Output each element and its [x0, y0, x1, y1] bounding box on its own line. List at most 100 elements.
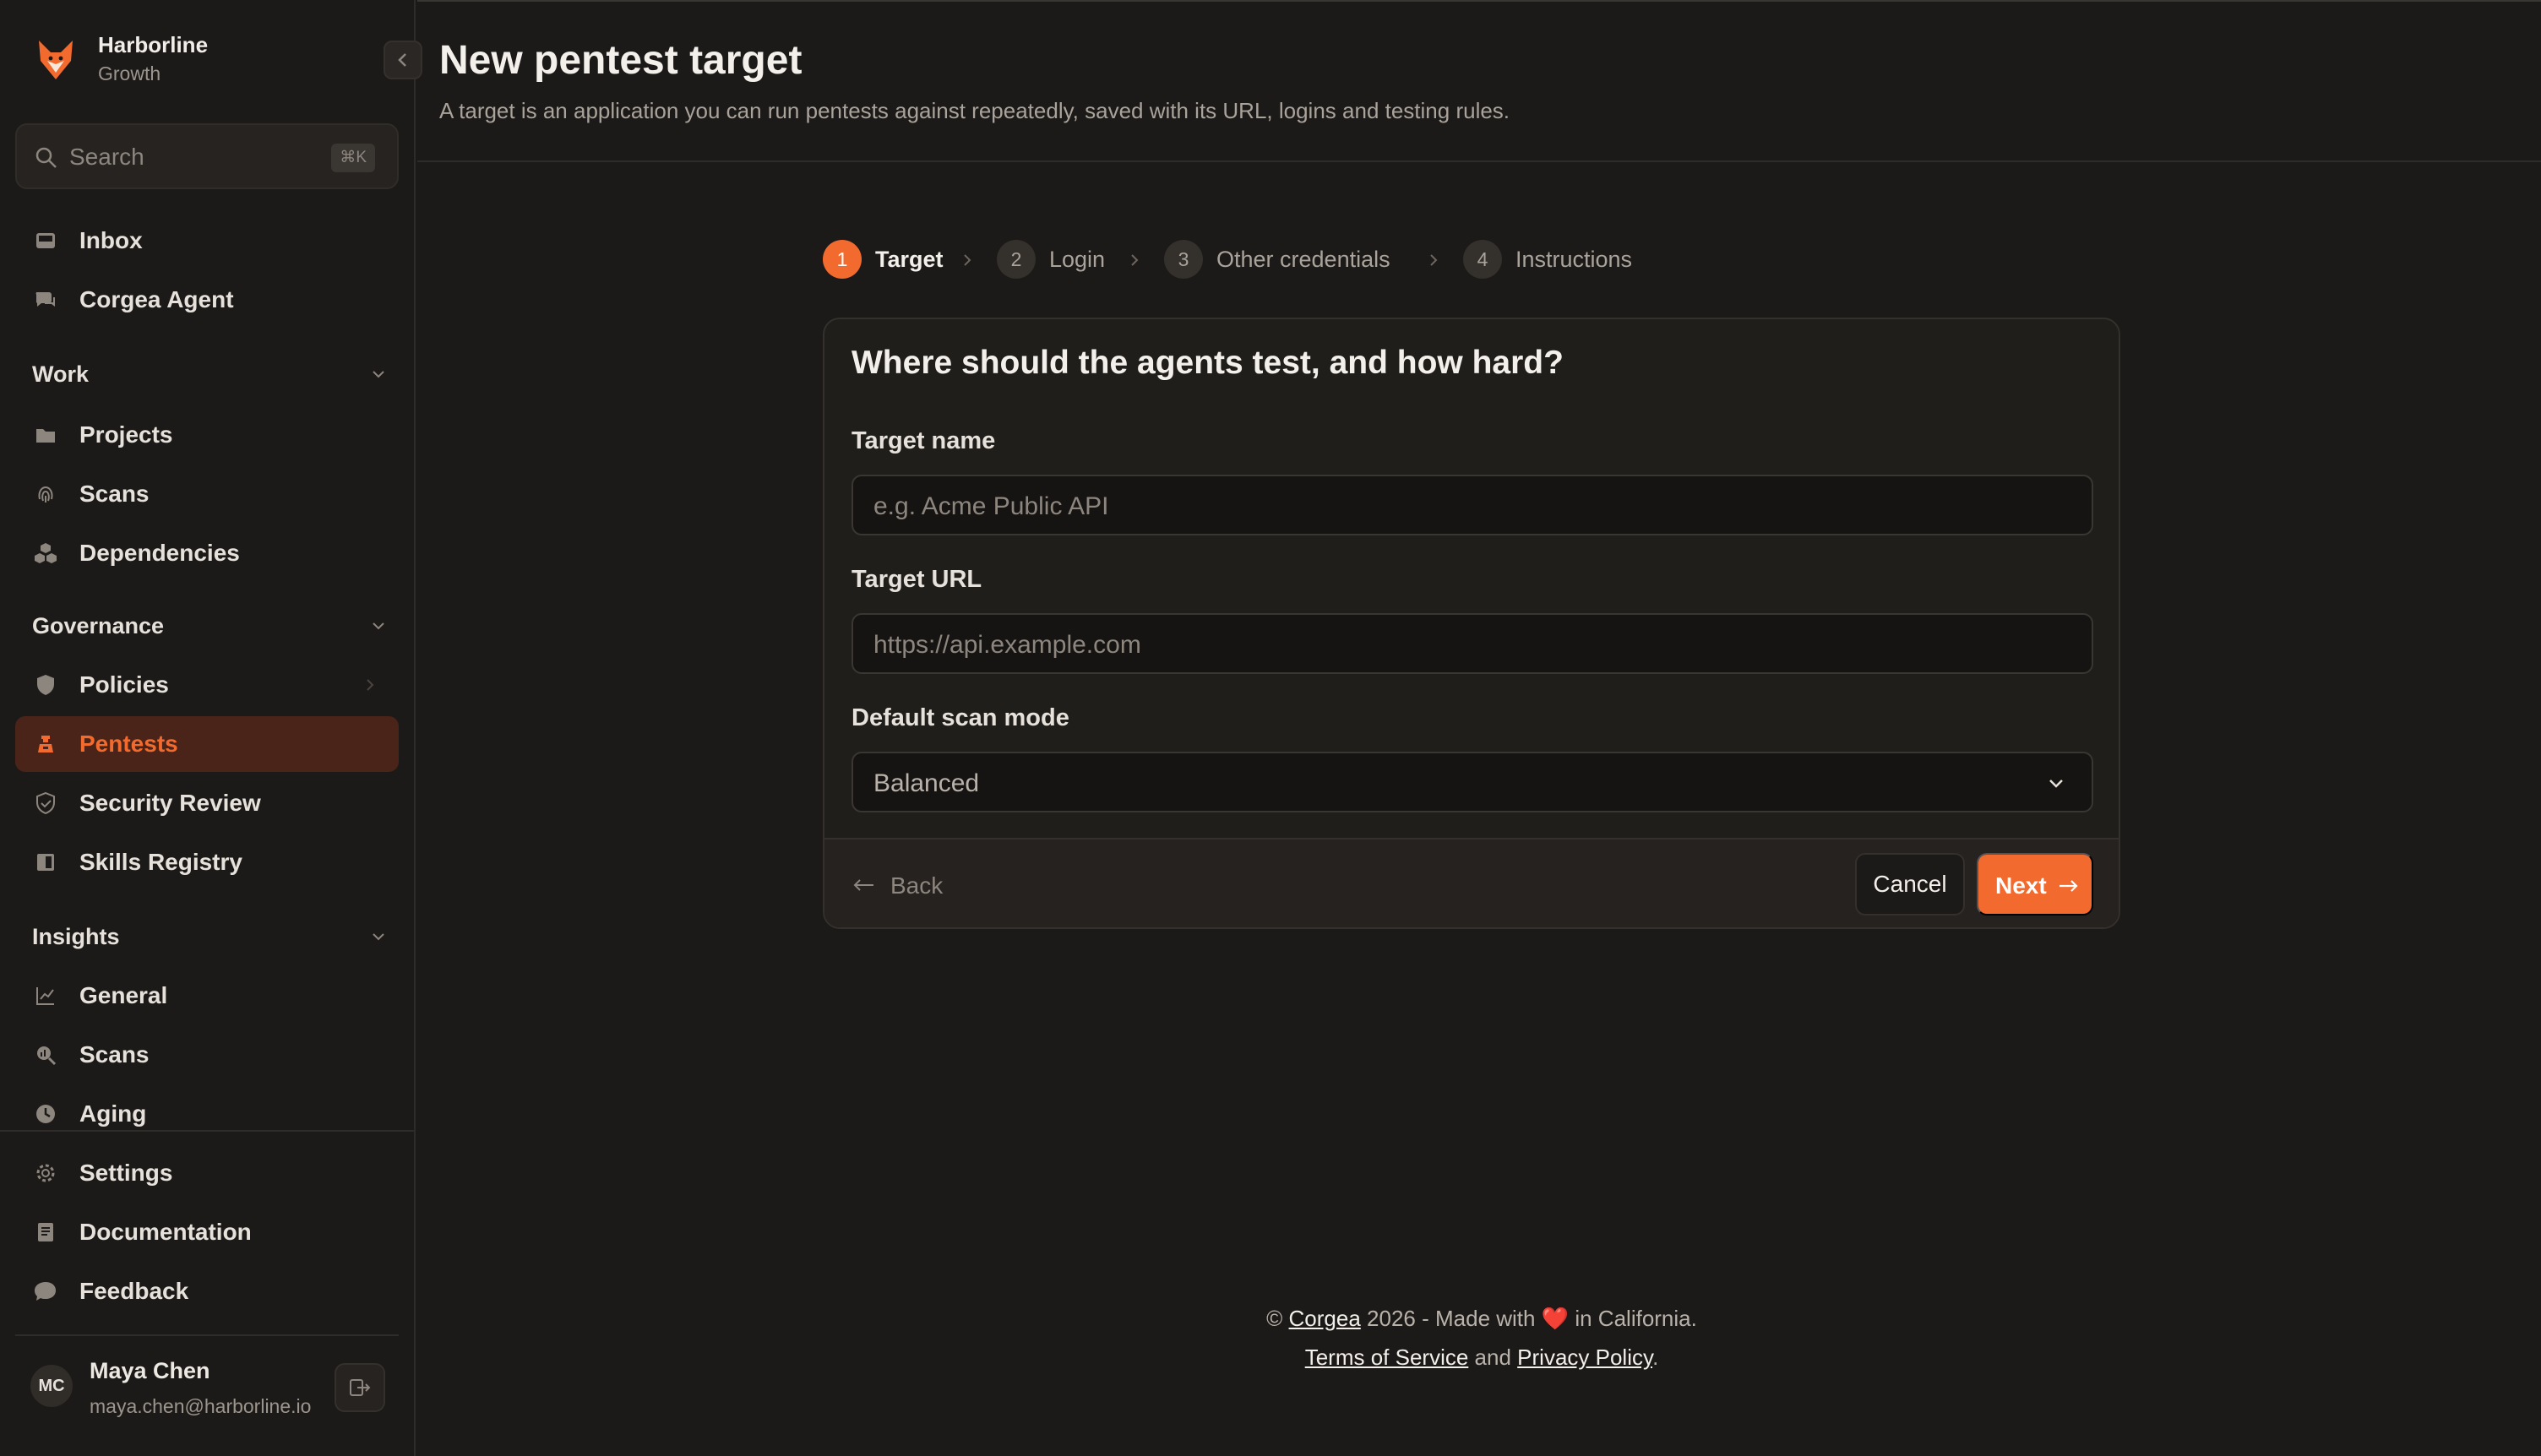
sidebar-item-inbox[interactable]: Inbox — [15, 213, 399, 269]
footer-location-text: in California. — [1575, 1306, 1697, 1331]
chevron-right-icon — [1131, 254, 1139, 266]
copyright-symbol: © — [1266, 1306, 1283, 1331]
chevron-down-icon — [373, 371, 384, 378]
target-name-field[interactable]: e.g. Acme Public API — [852, 475, 2093, 535]
document-icon — [38, 1223, 53, 1241]
target-form-card: Where should the agents test, and how ha… — [823, 318, 2120, 929]
section-label: Work — [32, 361, 90, 387]
cubes-icon — [35, 543, 57, 563]
scan-mode-value: Balanced — [873, 769, 980, 797]
sidebar: Harborline Growth Search ⌘K Inbox Corgea… — [0, 0, 422, 1456]
chevron-right-icon — [367, 679, 374, 691]
footer-year-text: 2026 - Made with — [1367, 1306, 1536, 1331]
user-email: maya.chen@harborline.io — [90, 1395, 312, 1417]
privacy-link[interactable]: Privacy Policy — [1517, 1345, 1652, 1370]
step-number: 2 — [997, 240, 1036, 279]
section-label: Governance — [32, 613, 165, 638]
fingerprint-icon — [38, 486, 53, 503]
chevron-right-icon — [964, 254, 971, 266]
search-icon — [35, 147, 57, 168]
fox-logo-icon — [39, 41, 73, 79]
clock-icon — [36, 1105, 55, 1123]
logout-button[interactable] — [335, 1363, 385, 1412]
step-number: 1 — [823, 240, 862, 279]
section-work[interactable]: Work — [32, 358, 387, 392]
back-label: Back — [890, 872, 944, 899]
speech-bubble-icon — [35, 1282, 56, 1301]
page-subtitle: A target is an application you can run p… — [439, 98, 1510, 123]
step-label: Other credentials — [1216, 247, 1390, 272]
app-root: Harborline Growth Search ⌘K Inbox Corgea… — [0, 0, 2541, 1456]
corgea-link[interactable]: Corgea — [1289, 1306, 1361, 1331]
scan-mode-select[interactable]: Balanced — [852, 752, 2093, 812]
sidebar-item-aging[interactable]: Aging — [15, 1086, 399, 1142]
footer-period: . — [1652, 1345, 1659, 1370]
sidebar-item-label: General — [79, 982, 168, 1008]
footer-and-text: and — [1474, 1345, 1511, 1370]
book-icon — [37, 854, 54, 871]
sidebar-item-projects[interactable]: Projects — [15, 407, 399, 463]
step-target[interactable]: 1 Target — [823, 238, 949, 280]
gear-icon — [36, 1164, 55, 1182]
sidebar-item-policies[interactable]: Policies — [15, 657, 399, 713]
sidebar-item-settings[interactable]: Settings — [15, 1145, 399, 1201]
arrow-right-icon — [2059, 880, 2078, 892]
sidebar-item-label: Documentation — [79, 1219, 252, 1245]
sidebar-item-pentests[interactable]: Pentests — [15, 716, 399, 772]
sidebar-item-label: Scans — [79, 1041, 150, 1068]
arrow-left-icon — [853, 879, 873, 891]
sidebar-item-skills-registry[interactable]: Skills Registry — [15, 834, 399, 890]
sidebar-item-corgea-agent[interactable]: Corgea Agent — [15, 272, 399, 328]
sidebar-item-label: Dependencies — [79, 540, 240, 566]
sidebar-item-label: Skills Registry — [79, 849, 242, 875]
sidebar-item-insights-scans[interactable]: Scans — [15, 1027, 399, 1083]
target-url-label: Target URL — [852, 566, 982, 593]
sidebar-item-dependencies[interactable]: Dependencies — [15, 525, 399, 581]
sidebar-item-scans[interactable]: Scans — [15, 466, 399, 522]
avatar[interactable]: MC — [30, 1365, 73, 1407]
org-switcher[interactable]: Harborline Growth — [32, 29, 422, 90]
chevron-down-icon — [373, 933, 384, 941]
back-button[interactable]: Back — [852, 865, 953, 905]
shield-check-icon — [36, 791, 55, 815]
footer-legal: Terms of Service and Privacy Policy. — [1262, 1345, 1701, 1371]
next-button[interactable]: Next — [1977, 853, 2093, 915]
step-label: Target — [875, 247, 944, 272]
chevron-down-icon — [2049, 780, 2063, 788]
terms-link[interactable]: Terms of Service — [1305, 1345, 1469, 1370]
sidebar-item-security-review[interactable]: Security Review — [15, 775, 399, 831]
header-divider — [417, 160, 2541, 162]
target-url-field[interactable]: https://api.example.com — [852, 613, 2093, 674]
chart-line-icon — [36, 987, 54, 1005]
step-instructions[interactable]: 4 Instructions — [1463, 238, 1657, 280]
target-url-placeholder: https://api.example.com — [873, 631, 1141, 659]
footer-copyright: © Corgea 2026 - Made with ❤️ in Californ… — [1262, 1306, 1701, 1332]
search-placeholder: Search — [69, 144, 144, 170]
search-shortcut: ⌘K — [331, 144, 375, 172]
chevron-down-icon — [373, 622, 384, 630]
sidebar-item-label: Scans — [79, 481, 150, 507]
sidebar-item-label: Corgea Agent — [79, 286, 234, 312]
sidebar-item-general[interactable]: General — [15, 968, 399, 1024]
chat-icon — [35, 292, 55, 307]
org-plan: Growth — [98, 62, 161, 84]
step-number: 3 — [1164, 240, 1203, 279]
step-login[interactable]: 2 Login — [997, 238, 1124, 280]
inbox-icon — [36, 233, 55, 248]
org-name: Harborline — [98, 32, 209, 57]
next-label: Next — [1995, 872, 2047, 899]
step-other-credentials[interactable]: 3 Other credentials — [1164, 238, 1417, 280]
search-input[interactable]: Search ⌘K — [15, 123, 399, 189]
step-number: 4 — [1463, 240, 1502, 279]
section-governance[interactable]: Governance — [32, 610, 387, 644]
sidebar-item-label: Feedback — [79, 1278, 189, 1304]
form-footer: Back Cancel Next — [824, 838, 2119, 927]
section-insights[interactable]: Insights — [32, 921, 387, 954]
sidebar-item-feedback[interactable]: Feedback — [15, 1263, 399, 1319]
sidebar-item-documentation[interactable]: Documentation — [15, 1204, 399, 1260]
logout-icon — [350, 1379, 371, 1396]
pentest-icon — [38, 736, 53, 752]
sidebar-item-label: Policies — [79, 671, 169, 698]
cancel-button[interactable]: Cancel — [1855, 853, 1965, 915]
section-label: Insights — [32, 924, 120, 949]
